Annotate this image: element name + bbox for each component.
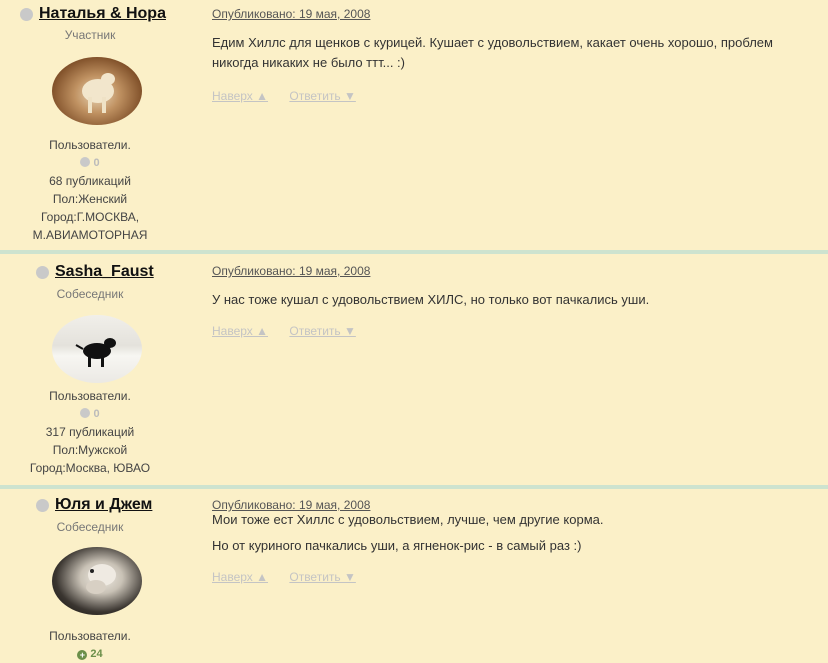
author-info: Пользователи. 0 317 публикаций Пол:Мужск…	[0, 387, 180, 477]
back-to-top-link[interactable]: Наверх ▲	[212, 324, 268, 338]
post-body: Едим Хиллс для щенков с курицей. Кушает …	[212, 35, 773, 70]
post-body-line-1: Мои тоже ест Хиллс с удовольствием, лучш…	[212, 512, 604, 527]
reply-link[interactable]: Ответить ▼	[289, 570, 356, 584]
dog-photo	[82, 73, 115, 113]
reputation-neutral-icon	[80, 408, 91, 418]
author-name-link[interactable]: Наталья & Нора	[39, 5, 166, 23]
dog-photo	[86, 564, 116, 594]
author-name-line: Sasha_Faust	[36, 263, 154, 281]
post-3: Юля и Джем Собеседник Пользователи. +24 …	[0, 492, 828, 660]
back-to-top-link[interactable]: Наверх ▲	[212, 89, 268, 103]
post-date[interactable]: Опубликовано: 19 мая, 2008	[212, 7, 370, 21]
post-actions: Наверх ▲ Ответить ▼	[212, 89, 374, 103]
author-name-link[interactable]: Sasha_Faust	[55, 263, 154, 281]
publication-count: 317 публикаций	[45, 425, 135, 439]
post-body-line-2: Но от куриного пачкались уши, а ягненок-…	[212, 538, 582, 553]
avatar[interactable]	[52, 57, 142, 125]
author-group: Пользователи.	[49, 629, 131, 643]
author-city: Город:Г.МОСКВА,	[40, 210, 140, 224]
author-city: Город:Москва, ЮВАО	[29, 461, 151, 475]
reputation: 0	[0, 154, 180, 172]
post-date[interactable]: Опубликовано: 19 мая, 2008	[212, 264, 370, 278]
author-city-cont: М.АВИАМОТОРНАЯ	[32, 228, 148, 242]
post-separator	[0, 250, 828, 254]
dog-photo	[75, 338, 116, 367]
reply-link[interactable]: Ответить ▼	[289, 324, 356, 338]
post-1: Наталья & Нора Участник Пользователи. 0 …	[0, 0, 828, 250]
post-actions: Наверх ▲ Ответить ▼	[212, 324, 374, 338]
author-group: Пользователи.	[49, 138, 131, 152]
author-name-link[interactable]: Юля и Джем	[55, 496, 152, 514]
back-to-top-link[interactable]: Наверх ▲	[212, 570, 268, 584]
author-group: Пользователи.	[49, 389, 131, 403]
author-role: Собеседник	[56, 287, 124, 301]
offline-status-icon	[36, 498, 49, 512]
author-name-line: Юля и Джем	[36, 496, 152, 514]
post-separator	[0, 485, 828, 489]
post-body: У нас тоже кушал с удовольствием ХИЛС, н…	[212, 292, 650, 307]
offline-status-icon	[20, 7, 33, 21]
author-role: Собеседник	[56, 520, 124, 534]
post-2: Sasha_Faust Собеседник Пользователи. 0 3…	[0, 258, 828, 485]
reputation-neutral-icon	[80, 157, 91, 167]
author-gender: Пол:Мужской	[52, 443, 128, 457]
author-role: Участник	[64, 28, 116, 42]
reputation: 0	[0, 405, 180, 423]
avatar[interactable]	[52, 315, 142, 383]
author-gender: Пол:Женский	[52, 192, 128, 206]
reputation: +24	[0, 645, 180, 663]
author-info: Пользователи. +24	[0, 627, 180, 663]
reply-link[interactable]: Ответить ▼	[289, 89, 356, 103]
offline-status-icon	[36, 265, 49, 279]
post-actions: Наверх ▲ Ответить ▼	[212, 570, 374, 584]
author-info: Пользователи. 0 68 публикаций Пол:Женски…	[0, 136, 180, 244]
author-name-line: Наталья & Нора	[20, 5, 166, 23]
avatar[interactable]	[52, 547, 142, 615]
publication-count: 68 публикаций	[49, 174, 131, 188]
